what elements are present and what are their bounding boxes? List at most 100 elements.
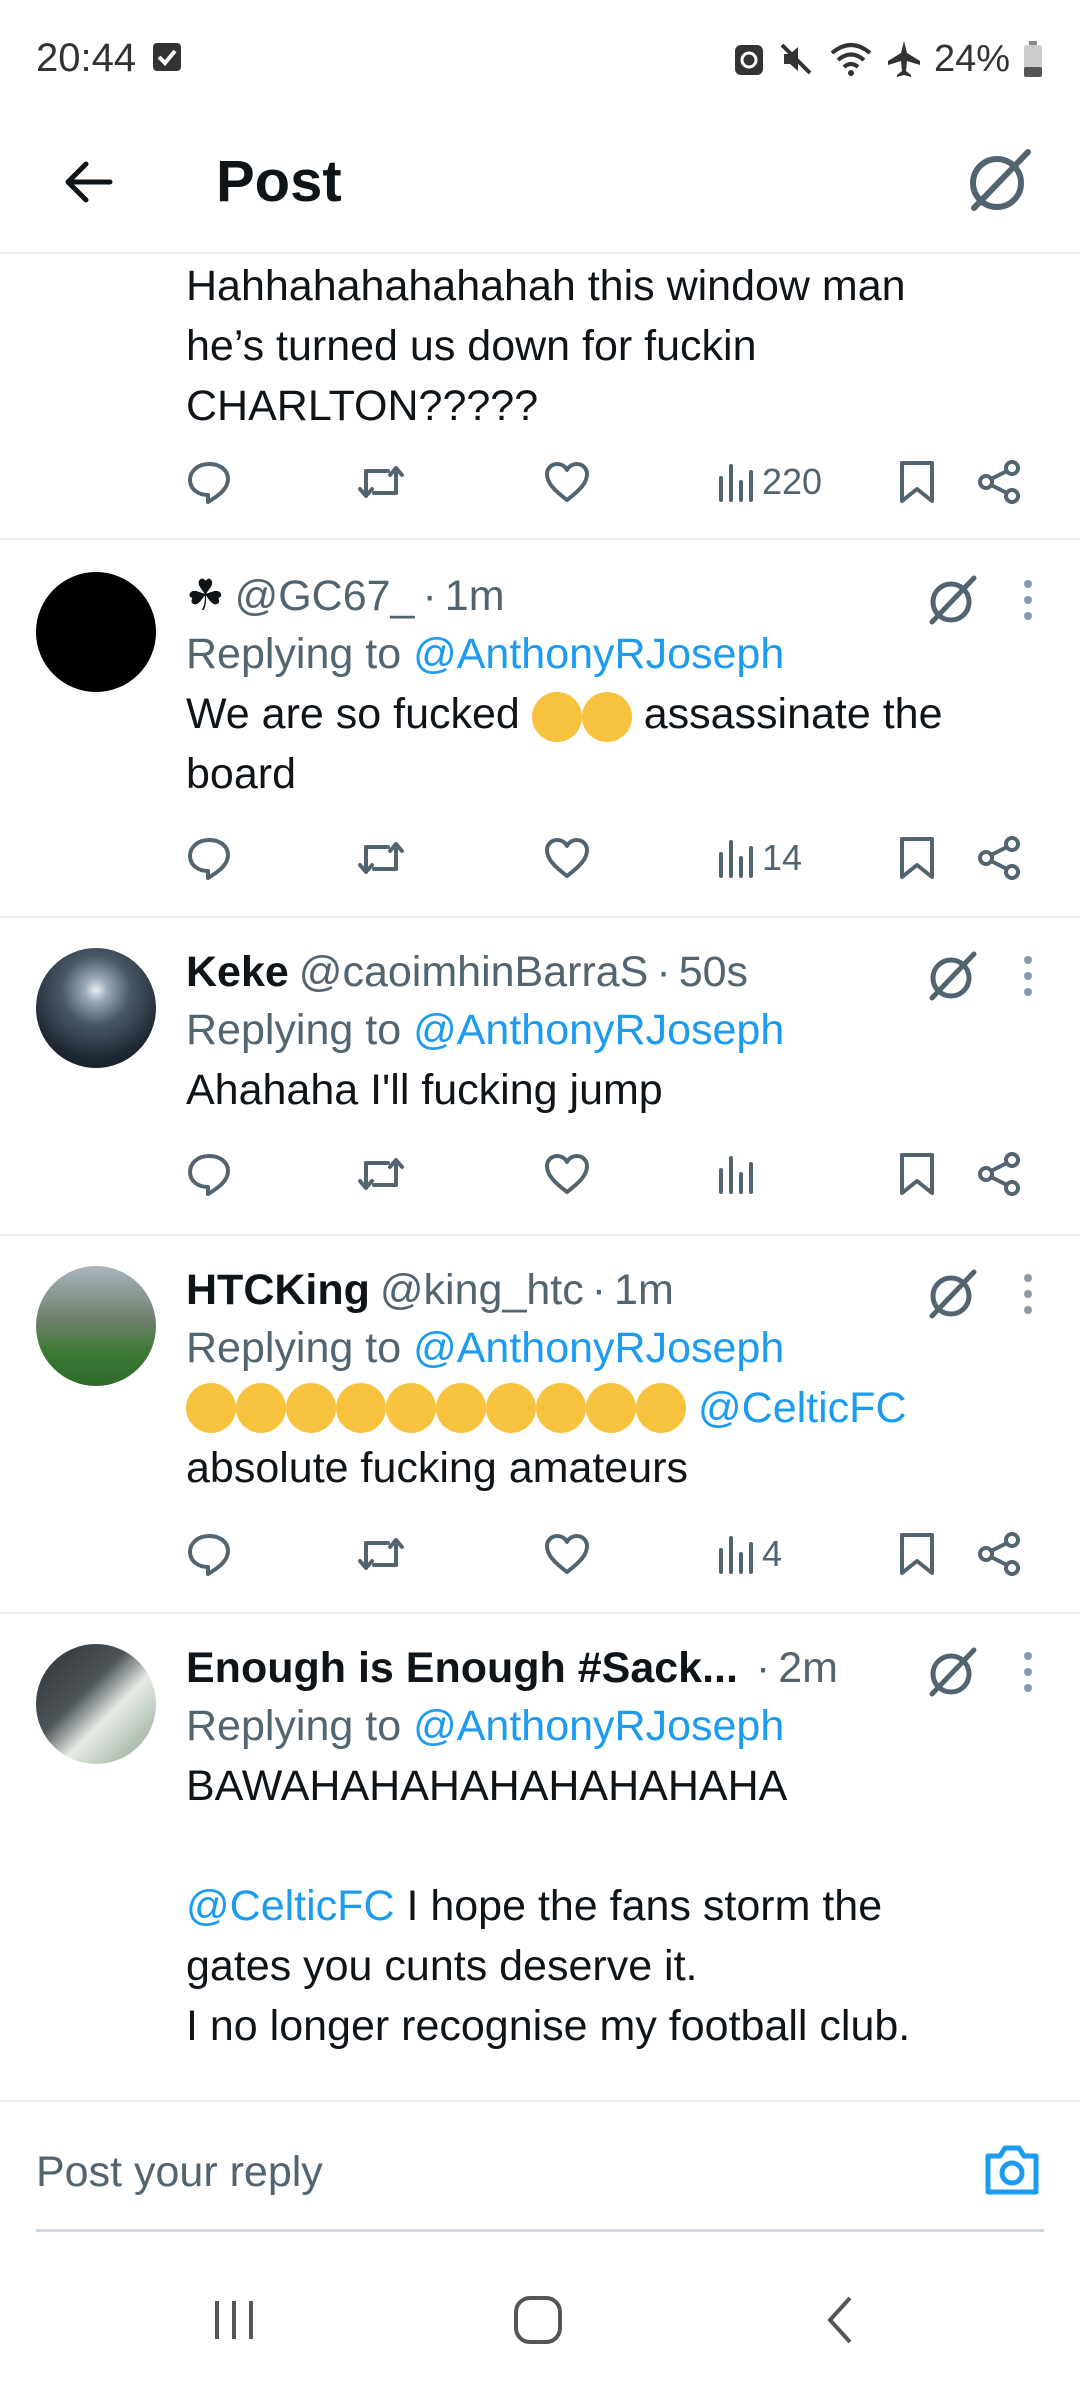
bookmark-button[interactable] (898, 1524, 936, 1584)
recycle-icon (734, 45, 763, 75)
reply-button[interactable] (186, 1524, 232, 1584)
laughing-emoji-icon (436, 1383, 486, 1433)
retweet-icon (358, 466, 404, 498)
views-icon (719, 1536, 753, 1574)
share-button[interactable] (976, 1144, 1022, 1204)
views-icon (719, 1156, 753, 1194)
avatar[interactable] (36, 1644, 156, 1764)
retweet-button[interactable] (356, 452, 406, 512)
like-button[interactable] (544, 1144, 590, 1204)
separator-dot: · (591, 1265, 607, 1314)
retweet-button[interactable] (356, 1524, 406, 1584)
views-count: 4 (762, 1533, 783, 1574)
system-nav-bar (0, 2240, 1080, 2400)
back-nav-button[interactable] (790, 2280, 890, 2360)
more-options-button[interactable] (1016, 1644, 1040, 1700)
reply-composer (0, 2100, 1080, 2240)
avatar[interactable] (36, 948, 156, 1068)
reply-icon (188, 1534, 230, 1576)
like-button[interactable] (544, 1524, 590, 1584)
home-icon (514, 2296, 562, 2344)
reply-post[interactable]: Keke @caoimhinBarraS · 50s Replying to @… (0, 918, 1080, 1236)
reply-button[interactable] (186, 1144, 232, 1204)
share-button[interactable] (976, 828, 1022, 888)
reply-feed[interactable]: Hahhahahahahahah this window man he’s tu… (0, 256, 1080, 2100)
more-options-button[interactable] (1016, 948, 1040, 1004)
replying-to-mention[interactable]: @AnthonyRJoseph (413, 630, 784, 678)
post-header: Keke @caoimhinBarraS · 50s (186, 944, 1044, 1000)
views-button[interactable]: 4 (716, 1524, 782, 1584)
share-button[interactable] (976, 1524, 1022, 1584)
more-options-button[interactable] (1016, 1266, 1040, 1322)
display-name[interactable]: ☘ (186, 571, 225, 621)
post-text-line: he’s turned us down for fuckin (186, 322, 757, 370)
input-underline (36, 2229, 1044, 2232)
action-bar: 14 (186, 828, 1050, 888)
bookmark-button[interactable] (898, 1144, 936, 1204)
user-handle[interactable]: @GC67_ (235, 572, 415, 621)
user-handle[interactable]: @caoimhinBarraS (299, 948, 649, 997)
reply-text: We are so fucked assassinate the (186, 684, 1044, 744)
laughing-emoji-icon (186, 1383, 236, 1433)
mention-link[interactable]: @CelticFC (186, 1882, 395, 1930)
like-button[interactable] (544, 452, 590, 512)
display-name[interactable]: Keke (186, 948, 289, 997)
post-main[interactable]: Hahhahahahahahah this window man he’s tu… (0, 256, 1080, 540)
grok-icon[interactable] (924, 948, 980, 1004)
arrow-left-icon (65, 161, 113, 203)
home-button[interactable] (488, 2280, 588, 2360)
grok-icon[interactable] (924, 572, 980, 628)
avatar[interactable] (36, 572, 156, 692)
reply-button[interactable] (186, 828, 232, 888)
display-name[interactable]: HTCKing (186, 1266, 370, 1315)
share-icon (978, 1152, 1020, 1196)
laughing-emoji-icon (336, 1383, 386, 1433)
heart-icon (545, 1534, 589, 1574)
views-button[interactable] (716, 1144, 762, 1204)
display-name[interactable]: Enough is Enough #Sack... (186, 1644, 738, 1693)
reply-text: @CelticFC (186, 1378, 1044, 1438)
replying-to: Replying to @AnthonyRJoseph (186, 1000, 1044, 1060)
share-button[interactable] (976, 452, 1022, 512)
reply-post[interactable]: HTCKing @king_htc · 1m Replying to @Anth… (0, 1236, 1080, 1614)
post-text-line: CHARLTON????? (186, 382, 539, 430)
views-button[interactable]: 14 (716, 828, 802, 888)
replying-to-mention[interactable]: @AnthonyRJoseph (413, 1324, 784, 1372)
retweet-button[interactable] (356, 828, 406, 888)
post-time: 1m (444, 571, 505, 620)
views-count: 14 (762, 837, 803, 878)
battery-percent: 24% (933, 37, 1010, 80)
user-handle[interactable]: @king_htc (380, 1266, 584, 1315)
bookmark-button[interactable] (898, 452, 936, 512)
back-button[interactable] (48, 142, 128, 222)
views-button[interactable]: 220 (716, 452, 822, 512)
reply-text: @CelticFC I hope the fans storm the (186, 1876, 1044, 1936)
views-count: 220 (762, 461, 823, 502)
reply-icon (188, 838, 230, 880)
reply-post[interactable]: Enough is Enough #Sack... · 2m Replying … (0, 1614, 1080, 2100)
replying-to-mention[interactable]: @AnthonyRJoseph (413, 1006, 784, 1054)
reply-icon (188, 462, 230, 504)
grok-button[interactable] (954, 136, 1044, 226)
bookmark-button[interactable] (898, 828, 936, 888)
laughing-emoji-icon (236, 1383, 286, 1433)
mention-link[interactable]: @CelticFC (698, 1378, 907, 1438)
like-button[interactable] (544, 828, 590, 888)
views-icon (719, 464, 753, 502)
camera-icon[interactable] (980, 2138, 1044, 2202)
avatar[interactable] (36, 1266, 156, 1386)
more-options-button[interactable] (1016, 572, 1040, 628)
retweet-icon (358, 1158, 404, 1190)
reply-input[interactable] (36, 2132, 916, 2212)
recent-apps-button[interactable] (184, 2280, 284, 2360)
grok-icon[interactable] (924, 1644, 980, 1700)
reply-text-line: gates you cunts deserve it. (186, 1942, 698, 1990)
bookmark-icon (900, 1533, 934, 1575)
laughing-emoji-icon (486, 1383, 536, 1433)
retweet-button[interactable] (356, 1144, 406, 1204)
reply-button[interactable] (186, 452, 232, 512)
grok-icon[interactable] (924, 1266, 980, 1322)
replying-to-label: Replying to (186, 1324, 402, 1372)
reply-post[interactable]: ☘ @GC67_ · 1m Replying to @AnthonyRJosep… (0, 540, 1080, 918)
replying-to-mention[interactable]: @AnthonyRJoseph (413, 1702, 784, 1750)
